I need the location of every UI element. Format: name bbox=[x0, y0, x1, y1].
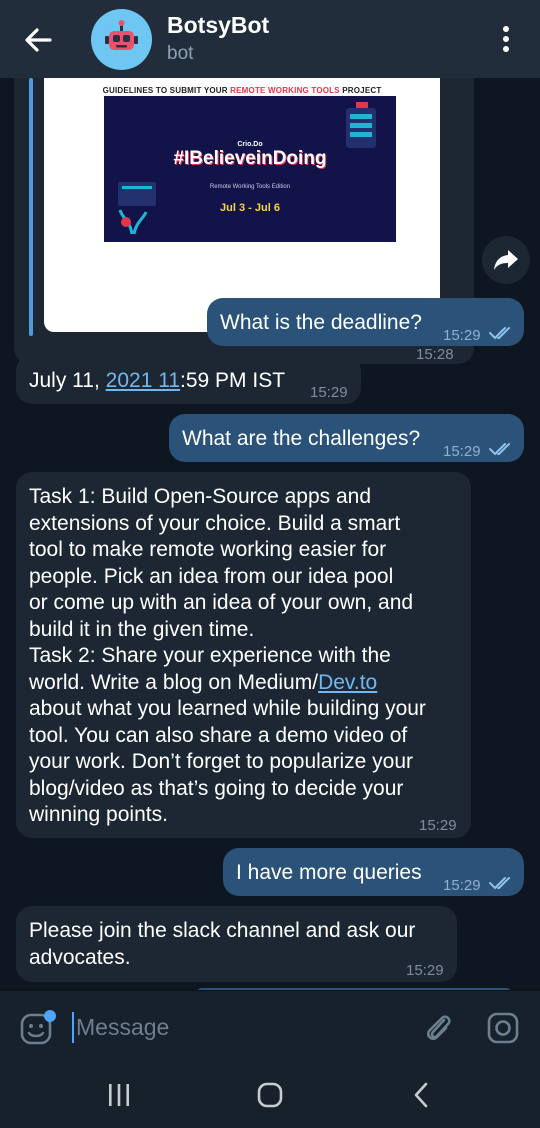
text-line: or come up with an idea of your own, and bbox=[29, 591, 414, 614]
incoming-message[interactable]: July 11, 2021 11:59 PM IST 15:29 bbox=[16, 355, 361, 404]
double-check-icon bbox=[489, 877, 510, 890]
text-line: Task 2: Share your experience with the bbox=[29, 644, 391, 667]
message-time: 15:29 bbox=[419, 817, 457, 834]
message-text: July 11, 2021 11:59 PM IST bbox=[29, 368, 285, 395]
outgoing-message[interactable]: What is the deadline? 15:29 bbox=[207, 298, 524, 346]
caption-highlight: REMOTE WORKING TOOLS bbox=[230, 86, 340, 95]
message-composer: Message bbox=[0, 990, 540, 1060]
message-time: 15:29 bbox=[443, 443, 481, 460]
plant-illustration-icon bbox=[118, 182, 156, 235]
message-text-part: :59 PM IST bbox=[180, 369, 286, 392]
text-line: Please join the slack channel and ask ou… bbox=[29, 919, 416, 942]
message-text: Task 1: Build Open-Source apps and exten… bbox=[29, 484, 426, 829]
message-time: 15:29 bbox=[406, 962, 444, 979]
text-cursor bbox=[72, 1012, 74, 1043]
message-text-part: July 11, bbox=[29, 369, 106, 392]
text-line: world. Write a blog on Medium/Dev.to bbox=[29, 670, 426, 697]
text-line: about what you learned while building yo… bbox=[29, 697, 426, 720]
sticker-icon[interactable] bbox=[20, 1009, 58, 1047]
bot-avatar[interactable] bbox=[91, 9, 152, 70]
double-check-icon bbox=[489, 327, 510, 340]
nav-back-icon[interactable] bbox=[408, 1081, 436, 1109]
text-line: advocates. bbox=[29, 945, 131, 969]
message-text: Please join the slack channel and ask ou… bbox=[29, 918, 415, 971]
poster-tagline: #IBelieveinDoing bbox=[173, 148, 327, 169]
text-line: Task 1: Build Open-Source apps and bbox=[29, 485, 372, 508]
forward-button[interactable] bbox=[482, 236, 530, 284]
outgoing-message[interactable]: What are the challenges? 15:29 bbox=[169, 414, 524, 462]
home-icon[interactable] bbox=[256, 1081, 284, 1109]
outgoing-message[interactable]: I have more queries 15:29 bbox=[223, 848, 524, 896]
chat-title[interactable]: BotsyBot bbox=[167, 12, 269, 39]
quote-bar bbox=[29, 78, 33, 336]
text-line: people. Pick an idea from our idea pool bbox=[29, 564, 394, 588]
chat-header: BotsyBot bot bbox=[0, 0, 540, 78]
instagram-camera-icon[interactable] bbox=[486, 1011, 520, 1045]
text-line: tool to make remote working easier for bbox=[29, 538, 387, 561]
arrow-left-icon[interactable] bbox=[20, 22, 56, 58]
date-link[interactable]: 2021 11 bbox=[106, 369, 180, 392]
image-preview[interactable]: GUIDELINES TO SUBMIT YOUR REMOTE WORKING… bbox=[44, 78, 440, 332]
incoming-message[interactable]: Task 1: Build Open-Source apps and exten… bbox=[16, 472, 471, 838]
message-time: 15:29 bbox=[443, 877, 481, 894]
share-icon bbox=[494, 250, 518, 270]
text-line: tool. You can also share a demo video of bbox=[29, 723, 408, 747]
system-nav-bar bbox=[0, 1060, 540, 1128]
text-line: your work. Don’t forget to popularize yo… bbox=[29, 750, 414, 773]
text-line: extensions of your choice. Build a smart bbox=[29, 511, 401, 535]
text-part: world. Write a blog on Medium/ bbox=[29, 670, 319, 694]
message-text: What are the challenges? bbox=[182, 427, 421, 450]
more-vertical-icon[interactable] bbox=[494, 22, 518, 56]
robot-icon bbox=[105, 20, 138, 50]
paperclip-icon[interactable] bbox=[422, 1011, 456, 1045]
double-check-icon bbox=[489, 443, 510, 456]
event-poster: Crio.Do #IBelieveinDoing Remote Working … bbox=[104, 96, 396, 242]
message-text: What is the deadline? bbox=[220, 311, 422, 334]
message-input[interactable]: Message bbox=[76, 1011, 406, 1043]
message-text: I have more queries bbox=[236, 861, 422, 884]
message-time: 15:29 bbox=[443, 327, 481, 344]
text-line: build it in the given time. bbox=[29, 617, 255, 641]
caption-text-end: PROJECT bbox=[339, 86, 382, 95]
incoming-message[interactable]: Please join the slack channel and ask ou… bbox=[16, 906, 457, 982]
message-list[interactable]: GUIDELINES TO SUBMIT YOUR REMOTE WORKING… bbox=[0, 78, 540, 990]
message-time: 15:29 bbox=[310, 384, 348, 401]
chat-subtitle: bot bbox=[167, 43, 194, 64]
text-line: blog/video as that’s going to decide you… bbox=[29, 776, 404, 800]
recent-apps-icon[interactable] bbox=[104, 1082, 134, 1108]
devto-link[interactable]: Dev.to bbox=[318, 671, 377, 694]
text-line: winning points. bbox=[29, 803, 168, 826]
caption-text: GUIDELINES TO SUBMIT YOUR bbox=[102, 86, 231, 95]
